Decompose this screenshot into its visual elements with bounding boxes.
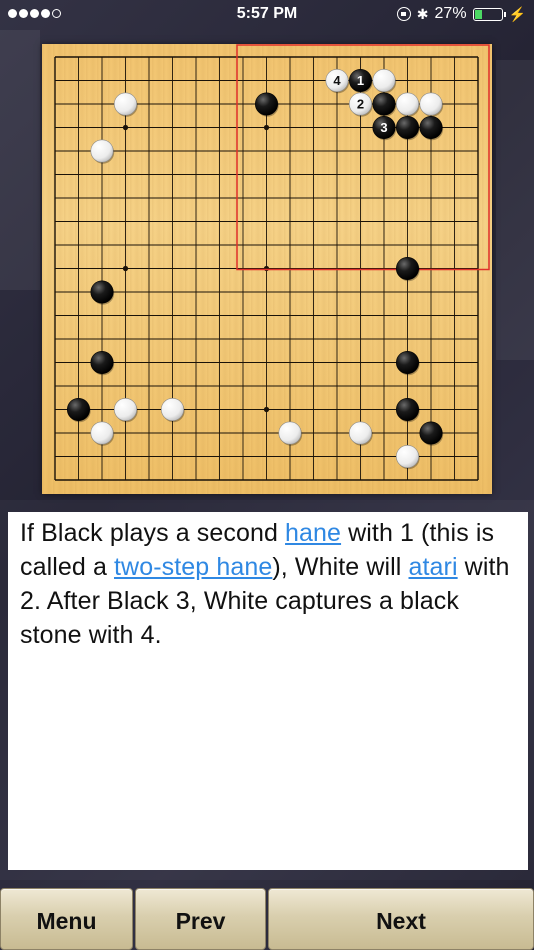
black-stone bbox=[90, 350, 114, 374]
black-stone bbox=[395, 116, 419, 140]
white-stone bbox=[114, 92, 138, 116]
star-point bbox=[263, 124, 270, 131]
status-right: ✱ 27% ⚡ bbox=[396, 5, 526, 23]
white-stone bbox=[372, 68, 396, 92]
stone-move-number: 2 bbox=[357, 97, 364, 112]
black-stone bbox=[419, 116, 443, 140]
battery-percent: 27% bbox=[434, 5, 467, 22]
white-stone bbox=[278, 421, 302, 445]
white-stone bbox=[114, 397, 138, 421]
black-stone bbox=[90, 280, 114, 304]
battery-fill bbox=[474, 9, 482, 19]
black-stone bbox=[395, 257, 419, 281]
next-button[interactable]: Next bbox=[268, 888, 534, 950]
white-stone bbox=[419, 92, 443, 116]
go-board[interactable]: 4 1 2 3 bbox=[42, 44, 492, 494]
stone-move-number: 4 bbox=[333, 73, 341, 88]
go-board-grid: 4 1 2 3 bbox=[54, 44, 490, 481]
white-stone bbox=[395, 92, 419, 116]
stone-move-number: 1 bbox=[357, 73, 364, 88]
white-stone bbox=[90, 421, 114, 445]
explanation-segment: ), White will bbox=[272, 553, 409, 581]
star-point bbox=[263, 265, 270, 272]
white-stone bbox=[161, 397, 185, 421]
explanation-segment: If Black plays a second bbox=[20, 519, 286, 547]
black-stone bbox=[255, 92, 279, 116]
black-stone bbox=[395, 397, 419, 421]
black-stone bbox=[419, 421, 443, 445]
link-atari[interactable]: atari bbox=[409, 553, 458, 581]
rotation-lock-icon bbox=[396, 7, 411, 21]
star-point bbox=[122, 124, 129, 131]
link-hane[interactable]: hane bbox=[285, 519, 341, 547]
stone-move-number: 3 bbox=[380, 120, 387, 135]
prev-button[interactable]: Prev bbox=[135, 888, 266, 950]
background-texture bbox=[496, 60, 534, 360]
battery-icon bbox=[472, 7, 506, 21]
status-bar: 5:57 PM ✱ 27% ⚡ bbox=[0, 0, 534, 28]
star-point bbox=[263, 406, 270, 413]
black-stone bbox=[372, 92, 396, 116]
white-stone bbox=[348, 421, 372, 445]
white-stone bbox=[395, 444, 419, 468]
charging-bolt-icon: ⚡ bbox=[508, 5, 526, 22]
bluetooth-icon: ✱ bbox=[416, 6, 429, 22]
black-stone bbox=[66, 397, 90, 421]
star-point bbox=[122, 265, 129, 272]
explanation-text: If Black plays a second hane with 1 (thi… bbox=[8, 512, 528, 870]
link-two-step-hane[interactable]: two-step hane bbox=[114, 553, 272, 581]
menu-button[interactable]: Menu bbox=[0, 888, 133, 950]
background-texture bbox=[0, 30, 40, 290]
black-stone bbox=[395, 350, 419, 374]
white-stone bbox=[90, 139, 114, 163]
